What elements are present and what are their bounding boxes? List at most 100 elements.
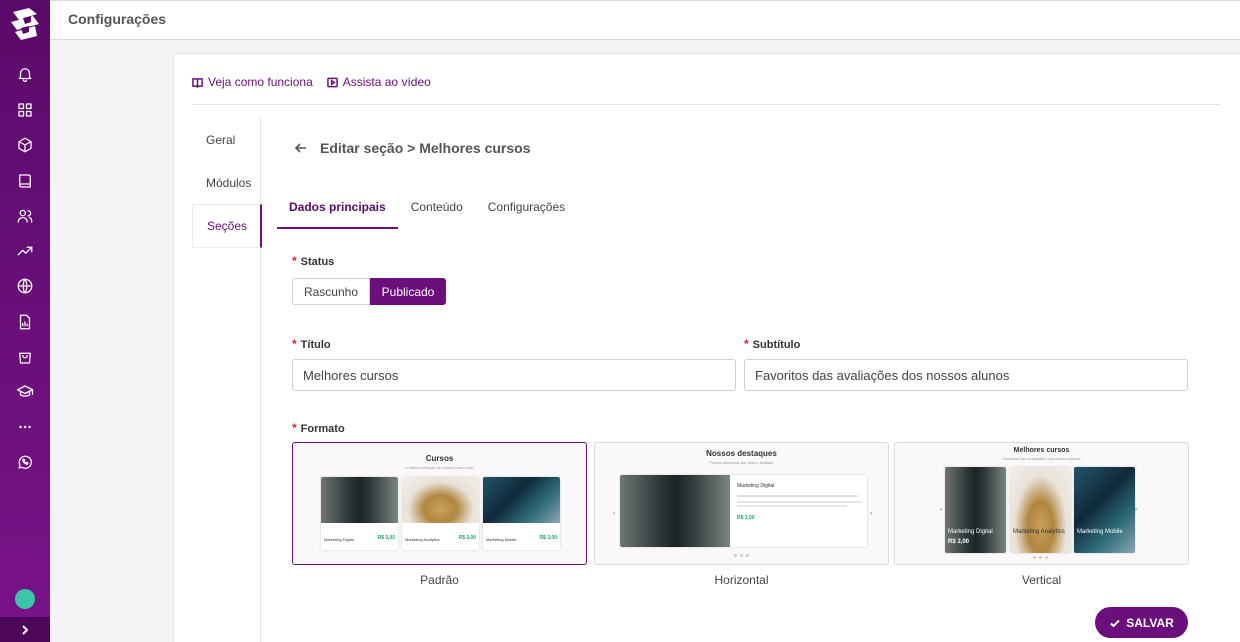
preview-image xyxy=(321,477,398,523)
preview-card: Marketing Digital R$ 3,00 xyxy=(945,467,1006,553)
check-icon xyxy=(1110,619,1120,627)
left-tabs: Geral Módulos Seções xyxy=(192,118,262,642)
required-asterisk: * xyxy=(292,254,297,268)
top-header: Configurações xyxy=(50,0,1240,40)
preview-card: Marketing Analytics R$ 3,00 xyxy=(402,477,479,550)
help-links: Veja como funciona Assista ao vídeo xyxy=(192,75,431,89)
left-tab-general[interactable]: Geral xyxy=(192,118,261,162)
preview-title: Melhores cursos xyxy=(1013,447,1070,454)
preview-card-name: Marketing Digital xyxy=(737,483,775,489)
preview-subtitle: Preços especiais por tempo limitado xyxy=(709,460,774,465)
how-it-works-label: Veja como funciona xyxy=(208,75,313,89)
format-option-horizontal[interactable]: Nossos destaques Preços especiais por te… xyxy=(594,442,889,565)
shopping-bag-icon[interactable] xyxy=(13,345,37,369)
carousel-next-icon: › xyxy=(1135,507,1137,513)
preview-image xyxy=(402,477,479,523)
format-caption-standard: Padrão xyxy=(420,573,459,587)
section-title: Editar seção > Melhores cursos xyxy=(320,140,531,156)
preview-title: Cursos xyxy=(425,454,454,463)
how-it-works-link[interactable]: Veja como funciona xyxy=(192,75,313,89)
bell-icon[interactable] xyxy=(13,62,37,86)
globe-icon[interactable] xyxy=(13,274,37,298)
format-label-text: Formato xyxy=(300,423,345,435)
save-button-label: SALVAR xyxy=(1126,615,1174,630)
file-chart-icon[interactable] xyxy=(13,310,37,334)
tab-content[interactable]: Conteúdo xyxy=(399,194,475,229)
preview-text-line xyxy=(737,505,847,507)
preview-card-name: Marketing Digital xyxy=(948,529,993,535)
subtitle-label: * Subtítulo xyxy=(744,337,800,351)
whatsapp-icon[interactable] xyxy=(13,450,37,474)
preview-card: Marketing Mobile xyxy=(1074,467,1135,553)
format-option-vertical[interactable]: Melhores cursos Favoritos das avaliações… xyxy=(894,442,1189,565)
status-label: * Status xyxy=(292,254,334,268)
preview-text-line xyxy=(737,495,857,497)
format-option-standard[interactable]: Cursos A melhor seleção de cursos para v… xyxy=(292,442,587,565)
preview-title: Nossos destaques xyxy=(706,449,777,458)
section-heading: Editar seção > Melhores cursos xyxy=(294,140,530,156)
preview-card-price: R$ 3,00 xyxy=(458,535,476,541)
preview-card-price: R$ 3,00 xyxy=(539,535,557,541)
status-draft-button[interactable]: Rascunho xyxy=(292,278,370,305)
expand-sidebar-button[interactable] xyxy=(0,617,50,642)
format-caption-vertical: Vertical xyxy=(1021,573,1062,587)
format-label: * Formato xyxy=(292,421,345,435)
preview-card-name: Marketing Mobile xyxy=(486,537,517,542)
preview-card-name: Marketing Mobile xyxy=(1077,529,1123,535)
format-caption-horizontal: Horizontal xyxy=(714,573,769,587)
video-icon xyxy=(326,77,338,87)
title-label: * Título xyxy=(292,337,331,351)
subtitle-input[interactable]: Favoritos das avaliações dos nossos alun… xyxy=(744,359,1188,391)
preview-image xyxy=(1074,467,1135,553)
trending-up-icon[interactable] xyxy=(13,239,37,263)
sidebar xyxy=(0,0,50,642)
preview-card: Marketing Digital R$ 3,00 xyxy=(321,477,398,550)
preview-card-name: Marketing Digital xyxy=(324,537,354,542)
more-icon[interactable] xyxy=(13,415,37,439)
carousel-prev-icon: ‹ xyxy=(613,511,615,517)
settings-card: Veja como funciona Assista ao vídeo Gera… xyxy=(173,53,1240,642)
watch-video-link[interactable]: Assista ao vídeo xyxy=(326,75,431,89)
title-label-text: Título xyxy=(300,339,331,351)
required-asterisk: * xyxy=(292,421,297,435)
preview-card-name: Marketing Analytics xyxy=(405,537,440,542)
required-asterisk: * xyxy=(292,337,297,351)
status-published-button[interactable]: Publicado xyxy=(370,278,446,305)
users-icon[interactable] xyxy=(13,204,37,228)
book-icon[interactable] xyxy=(13,169,37,193)
back-arrow-icon[interactable] xyxy=(294,141,308,155)
status-label-text: Status xyxy=(300,256,335,268)
tab-settings[interactable]: Configurações xyxy=(476,194,577,229)
box-icon[interactable] xyxy=(13,133,37,157)
graduation-cap-icon[interactable] xyxy=(13,380,37,404)
carousel-dots xyxy=(1033,556,1048,559)
title-input[interactable]: Melhores cursos xyxy=(292,359,736,391)
left-tab-sections[interactable]: Seções xyxy=(192,204,262,248)
tab-main-data[interactable]: Dados principais xyxy=(277,194,398,229)
watch-video-label: Assista ao vídeo xyxy=(342,75,431,89)
preview-card-price: R$ 3,00 xyxy=(377,535,395,541)
preview-card-price: R$ 3,00 xyxy=(948,539,970,545)
preview-card: Marketing Analytics xyxy=(1010,467,1071,553)
preview-card: Marketing Digital R$ 3,00 xyxy=(620,475,867,547)
preview-subtitle: Favoritos das avaliações dos nossos alun… xyxy=(1002,456,1081,461)
subtitle-label-text: Subtítulo xyxy=(752,339,801,351)
preview-card: Marketing Mobile R$ 3,00 xyxy=(483,477,560,550)
status-toggle: Rascunho Publicado xyxy=(292,278,446,305)
left-tab-modules[interactable]: Módulos xyxy=(192,161,261,205)
book-open-icon xyxy=(192,77,203,88)
preview-image xyxy=(1010,467,1071,553)
preview-image xyxy=(483,477,560,523)
carousel-dots xyxy=(734,554,749,557)
content-tabs: Dados principais Conteúdo Configurações xyxy=(277,194,578,229)
logo-icon[interactable] xyxy=(7,4,43,44)
preview-card-name: Marketing Analytics xyxy=(1013,529,1065,535)
carousel-prev-icon: ‹ xyxy=(940,507,942,513)
save-button[interactable]: SALVAR xyxy=(1095,607,1188,638)
carousel-next-icon: › xyxy=(870,511,872,517)
divider xyxy=(192,104,1220,105)
preview-image xyxy=(620,475,730,547)
account-logo-icon[interactable] xyxy=(15,589,35,609)
grid-icon[interactable] xyxy=(13,98,37,122)
required-asterisk: * xyxy=(744,337,749,351)
